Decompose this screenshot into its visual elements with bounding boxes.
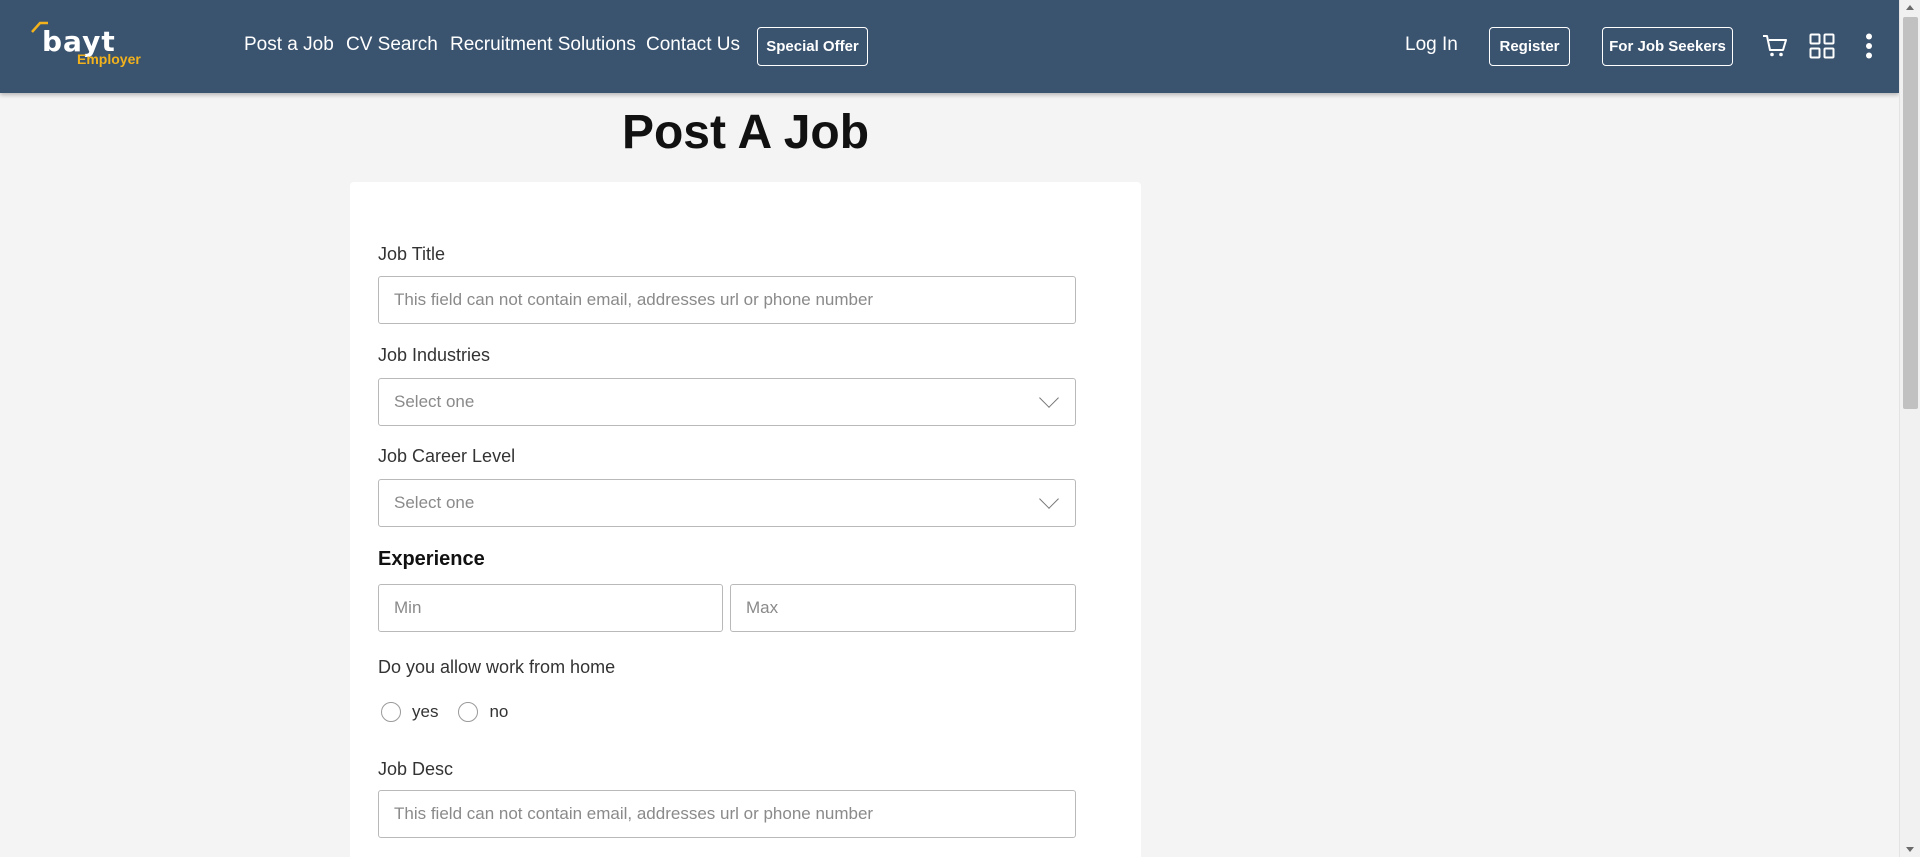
nav-recruitment-solutions[interactable]: Recruitment Solutions [450,33,636,57]
work-from-home-no-label[interactable]: no [489,702,508,722]
more-vertical-icon[interactable] [1853,30,1885,62]
nav-cv-search[interactable]: CV Search [346,33,438,57]
work-from-home-label: Do you allow work from home [378,657,616,677]
experience-min-input[interactable] [378,584,723,632]
experience-max-input[interactable] [730,584,1076,632]
bayt-employer-logo[interactable]: bayt Employer [30,20,150,70]
work-from-home-radio-group: yes no [381,702,528,722]
work-from-home-yes-radio[interactable] [381,702,401,722]
job-desc-label: Job Desc [378,759,454,779]
work-from-home-yes-label[interactable]: yes [412,702,438,722]
scroll-down-arrow-icon[interactable] [1906,847,1914,852]
apps-grid-icon[interactable] [1806,30,1838,62]
experience-heading: Experience [378,548,485,570]
job-industries-select[interactable]: Select one [378,378,1076,426]
chevron-down-icon [1039,489,1059,509]
scrollbar-thumb[interactable] [1903,17,1918,409]
cart-icon[interactable] [1759,30,1791,62]
for-job-seekers-button[interactable]: For Job Seekers [1602,27,1733,66]
job-career-level-label: Job Career Level [378,446,516,466]
job-career-level-select[interactable]: Select one [378,479,1076,527]
chevron-down-icon [1039,388,1059,408]
job-title-input[interactable] [378,276,1076,324]
register-button[interactable]: Register [1489,27,1570,66]
top-navigation-bar: bayt Employer Post a Job CV Search Recru… [0,0,1899,93]
page-scrollbar[interactable] [1899,0,1920,857]
special-offer-button[interactable]: Special Offer [757,27,868,66]
login-link-label[interactable]: Log In [1405,33,1458,57]
job-desc-input[interactable] [378,790,1076,838]
work-from-home-no-radio[interactable] [458,702,479,722]
logo-subtitle: Employer [77,51,141,67]
job-title-label: Job Title [378,244,446,264]
page-title: Post A Job [621,106,870,159]
scroll-up-arrow-icon[interactable] [1906,5,1914,10]
job-career-level-selected: Select one [394,493,475,512]
nav-contact-us[interactable]: Contact Us [646,33,740,57]
nav-post-a-job[interactable]: Post a Job [244,33,334,57]
job-industries-label: Job Industries [378,345,491,365]
job-industries-selected: Select one [394,392,475,411]
